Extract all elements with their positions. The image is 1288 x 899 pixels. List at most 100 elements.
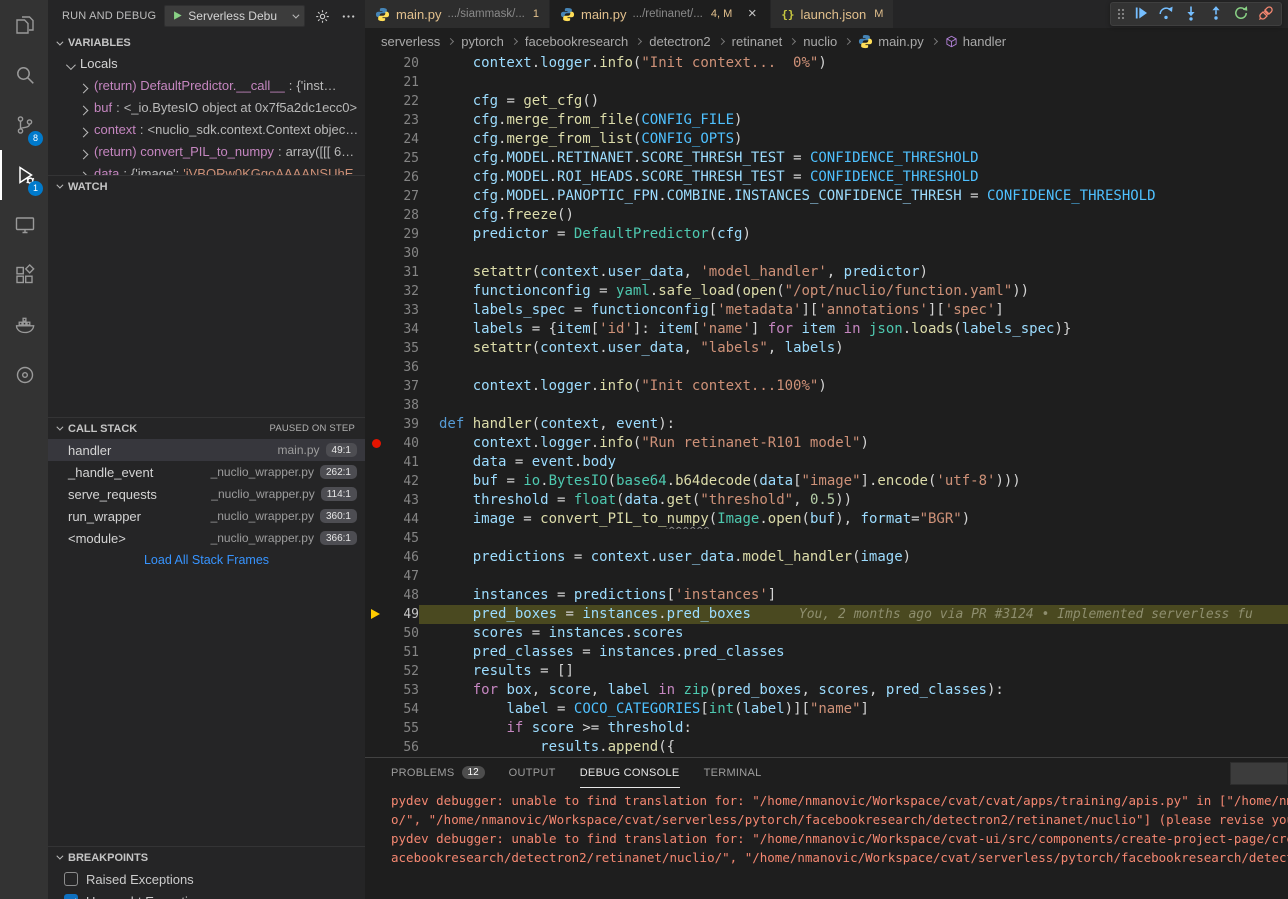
breakpoint-gutter[interactable] (365, 605, 387, 624)
debug-config-dropdown[interactable]: Serverless Debu (164, 5, 305, 27)
code-text[interactable]: context.logger.info("Run retinanet-R101 … (419, 434, 1288, 453)
breakpoint-gutter[interactable] (365, 225, 387, 244)
code-text[interactable]: cfg.MODEL.PANOPTIC_FPN.COMBINE.INSTANCES… (419, 187, 1288, 206)
code-text[interactable]: buf = io.BytesIO(base64.b64decode(data["… (419, 472, 1288, 491)
breakpoint-gutter[interactable] (365, 54, 387, 73)
code-text[interactable] (419, 73, 1288, 92)
code-text[interactable]: instances = predictions['instances'] (419, 586, 1288, 605)
code-text[interactable]: predictor = DefaultPredictor(cfg) (419, 225, 1288, 244)
code-text[interactable]: results = [] (419, 662, 1288, 681)
checkbox[interactable] (64, 894, 78, 899)
code-text[interactable]: label = COCO_CATEGORIES[int(label)]["nam… (419, 700, 1288, 719)
code-text[interactable]: threshold = float(data.get("threshold", … (419, 491, 1288, 510)
breakpoint-gutter[interactable] (365, 339, 387, 358)
breadcrumb-item[interactable]: main.py (858, 34, 924, 49)
watch-section-header[interactable]: WATCH (48, 175, 365, 197)
code-text[interactable]: cfg.MODEL.ROI_HEADS.SCORE_THRESH_TEST = … (419, 168, 1288, 187)
breakpoint-gutter[interactable] (365, 567, 387, 586)
code-text[interactable] (419, 396, 1288, 415)
variable-row[interactable]: (return) DefaultPredictor.__call__: {'in… (48, 76, 365, 98)
breakpoint-gutter[interactable] (365, 130, 387, 149)
call-stack-frame[interactable]: run_wrapper_nuclio_wrapper.py360:1 (48, 505, 365, 527)
panel-tab-debug-console[interactable]: DEBUG CONSOLE (580, 758, 680, 788)
variable-row[interactable]: buf: <_io.BytesIO object at 0x7f5a2dc1ec… (48, 98, 365, 120)
breakpoint-gutter[interactable] (365, 377, 387, 396)
code-editor[interactable]: 20 context.logger.info("Init context... … (365, 54, 1288, 757)
more-actions-icon[interactable] (339, 9, 357, 24)
code-text[interactable]: results.append({ (419, 738, 1288, 757)
code-text[interactable]: scores = instances.scores (419, 624, 1288, 643)
activity-bar-item-search[interactable] (0, 50, 48, 100)
breakpoint-gutter[interactable] (365, 282, 387, 301)
breakpoint-gutter[interactable] (365, 320, 387, 339)
checkbox[interactable] (64, 872, 78, 886)
call-stack-frame[interactable]: handlermain.py49:1 (48, 439, 365, 461)
activity-bar-item-run-debug[interactable]: 1 (0, 150, 48, 200)
breakpoint-gutter[interactable] (365, 491, 387, 510)
call-stack-frame[interactable]: serve_requests_nuclio_wrapper.py114:1 (48, 483, 365, 505)
breadcrumb-item[interactable]: serverless (381, 34, 440, 49)
breakpoint-gutter[interactable] (365, 719, 387, 738)
code-text[interactable]: setattr(context.user_data, 'model_handle… (419, 263, 1288, 282)
activity-bar-item-remote-explorer[interactable] (0, 200, 48, 250)
breakpoint-gutter[interactable] (365, 168, 387, 187)
code-text[interactable]: labels = {item['id']: item['name'] for i… (419, 320, 1288, 339)
code-text[interactable]: def handler(context, event): (419, 415, 1288, 434)
breakpoint-gutter[interactable] (365, 206, 387, 225)
breakpoint-gutter[interactable] (365, 624, 387, 643)
step-over-button[interactable] (1155, 3, 1177, 25)
breakpoints-section-header[interactable]: BREAKPOINTS (48, 846, 365, 868)
variables-section-header[interactable]: VARIABLES (48, 32, 365, 54)
breakpoint-gutter[interactable] (365, 643, 387, 662)
breakpoint-gutter[interactable] (365, 92, 387, 111)
breadcrumb-item[interactable]: nuclio (803, 34, 837, 49)
editor-tab-2[interactable]: main.py.../retinanet/...4, M× (550, 0, 771, 28)
code-text[interactable]: predictions = context.user_data.model_ha… (419, 548, 1288, 567)
breakpoint-gutter[interactable] (365, 434, 387, 453)
breakpoint-gutter[interactable] (365, 415, 387, 434)
activity-bar-item-extra-tool[interactable] (0, 350, 48, 400)
breakpoint-gutter[interactable] (365, 396, 387, 415)
breakpoint-gutter[interactable] (365, 263, 387, 282)
code-text[interactable]: image = convert_PIL_to_numpy(Image.open(… (419, 510, 1288, 529)
breakpoint-gutter[interactable] (365, 548, 387, 567)
close-icon[interactable]: × (744, 6, 760, 22)
breakpoint-gutter[interactable] (365, 586, 387, 605)
panel-tab-output[interactable]: OUTPUT (509, 758, 556, 788)
call-stack-section-header[interactable]: CALL STACK PAUSED ON STEP (48, 417, 365, 439)
breakpoint-row[interactable]: Uncaught Exceptions (48, 890, 365, 899)
code-text[interactable]: cfg.merge_from_list(CONFIG_OPTS) (419, 130, 1288, 149)
code-text[interactable]: labels_spec = functionconfig['metadata']… (419, 301, 1288, 320)
code-text[interactable] (419, 529, 1288, 548)
breakpoint-gutter[interactable] (365, 244, 387, 263)
code-text[interactable]: if score >= threshold: (419, 719, 1288, 738)
activity-bar-item-extensions[interactable] (0, 250, 48, 300)
code-text[interactable]: pred_boxes = instances.pred_boxesYou, 2 … (419, 605, 1288, 624)
breadcrumb-item[interactable]: pytorch (461, 34, 504, 49)
restart-button[interactable] (1230, 3, 1252, 25)
breakpoint-gutter[interactable] (365, 358, 387, 377)
activity-bar-item-explorer[interactable] (0, 0, 48, 50)
variable-row[interactable]: context: <nuclio_sdk.context.Context obj… (48, 120, 365, 142)
editor-tab-3[interactable]: {}launch.jsonM (771, 0, 894, 28)
gear-icon[interactable] (313, 9, 331, 24)
code-text[interactable]: setattr(context.user_data, "labels", lab… (419, 339, 1288, 358)
code-text[interactable]: for box, score, label in zip(pred_boxes,… (419, 681, 1288, 700)
breakpoint-gutter[interactable] (365, 73, 387, 92)
breakpoint-gutter[interactable] (365, 700, 387, 719)
editor-tab-1[interactable]: main.py.../siammask/...1 (365, 0, 550, 28)
start-debugging-icon[interactable] (172, 9, 183, 24)
breakpoint-gutter[interactable] (365, 738, 387, 757)
step-into-button[interactable] (1180, 3, 1202, 25)
load-all-stack-frames-link[interactable]: Load All Stack Frames (48, 549, 365, 571)
breadcrumb-item[interactable]: detectron2 (649, 34, 710, 49)
code-text[interactable]: data = event.body (419, 453, 1288, 472)
breakpoint-row[interactable]: Raised Exceptions (48, 868, 365, 890)
console-filter-input[interactable] (1230, 762, 1288, 785)
call-stack-frame[interactable]: <module>_nuclio_wrapper.py366:1 (48, 527, 365, 549)
code-text[interactable]: cfg = get_cfg() (419, 92, 1288, 111)
code-text[interactable] (419, 358, 1288, 377)
breadcrumb-item[interactable]: facebookresearch (525, 34, 628, 49)
code-text[interactable]: context.logger.info("Init context... 0%"… (419, 54, 1288, 73)
code-text[interactable]: context.logger.info("Init context...100%… (419, 377, 1288, 396)
